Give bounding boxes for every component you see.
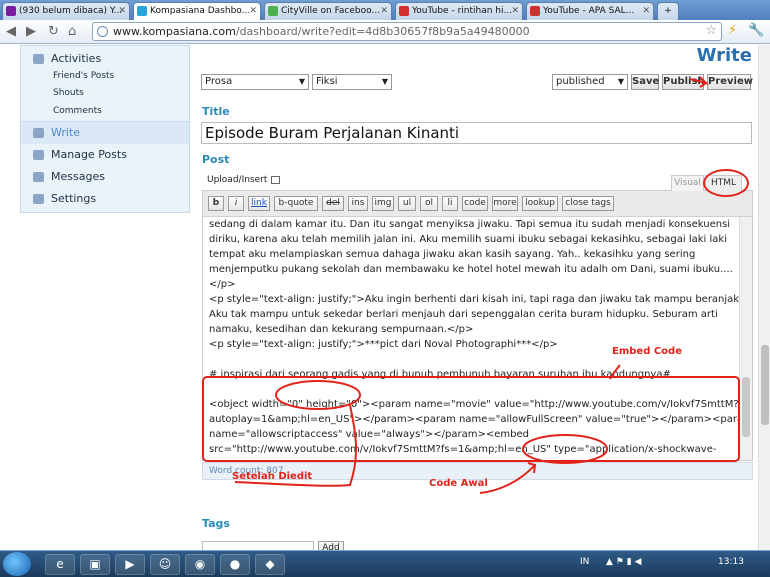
annotation-after-edit: Setelah Diedit xyxy=(232,471,313,482)
kompasiana-icon xyxy=(137,6,147,16)
annotation-original-code: Code Awal xyxy=(429,478,488,489)
folder-icon[interactable]: ▣ xyxy=(80,554,110,575)
clock[interactable]: 13:13 xyxy=(718,557,744,567)
windows-taskbar: e ▣ ▶ ☺ ◉ ● ◆ IN ▲ ⚑ ▮ ◀ 13:13 xyxy=(0,550,770,577)
tab-title: YouTube - rintihan hi... xyxy=(412,6,513,16)
tab-title: YouTube - APA SAL... xyxy=(543,6,635,16)
close-icon[interactable]: ✕ xyxy=(511,3,519,19)
globe-icon xyxy=(97,26,108,37)
annotation-overlay xyxy=(202,76,749,494)
publish-arrow xyxy=(689,76,710,88)
embed-code-box xyxy=(202,376,740,462)
close-icon[interactable]: ✕ xyxy=(249,3,257,19)
browser-tab-cityville[interactable]: CityVille on Faceboo... ✕ xyxy=(264,2,392,20)
back-icon[interactable]: ◀ xyxy=(6,24,16,40)
close-icon[interactable]: ✕ xyxy=(380,3,388,19)
url-text: www.kompasiana.com/dashboard/write?edit=… xyxy=(113,25,530,38)
firefox-icon[interactable]: ◉ xyxy=(185,554,215,575)
close-icon[interactable]: ✕ xyxy=(642,3,650,19)
close-icon[interactable]: ✕ xyxy=(118,3,126,19)
chrome-icon[interactable]: ● xyxy=(220,554,250,575)
app-icon[interactable]: ◆ xyxy=(255,554,285,575)
messenger-icon[interactable]: ☺ xyxy=(150,554,180,575)
annotation-embed-code: Embed Code xyxy=(612,346,682,357)
internet-explorer-icon[interactable]: e xyxy=(45,554,75,575)
youtube-icon xyxy=(530,6,540,16)
tab-title: CityVille on Faceboo... xyxy=(281,6,381,16)
cityville-icon xyxy=(268,6,278,16)
browser-tab-kompasiana[interactable]: Kompasiana Dashbo... ✕ xyxy=(133,2,261,21)
yahoo-mail-icon xyxy=(6,6,16,16)
media-player-icon[interactable]: ▶ xyxy=(115,554,145,575)
extension-icon[interactable]: ⚡ xyxy=(728,23,737,38)
reload-icon[interactable]: ↻ xyxy=(48,24,59,40)
wrench-icon[interactable]: 🔧 xyxy=(748,23,764,38)
browser-tab-strip: (930 belum dibaca) Y... ✕ Kompasiana Das… xyxy=(0,0,770,21)
after-edit-circle xyxy=(275,380,361,410)
address-bar[interactable]: www.kompasiana.com/dashboard/write?edit=… xyxy=(92,22,722,41)
home-icon[interactable]: ⌂ xyxy=(68,24,76,40)
original-code-circle xyxy=(522,434,608,464)
language-indicator[interactable]: IN xyxy=(580,557,589,567)
browser-tab-youtube-2[interactable]: YouTube - APA SAL... ✕ xyxy=(526,2,654,20)
tab-title: Kompasiana Dashbo... xyxy=(150,6,251,16)
new-tab-button[interactable]: + xyxy=(657,2,679,20)
forward-icon[interactable]: ▶ xyxy=(26,24,36,40)
tab-title: (930 belum dibaca) Y... xyxy=(19,6,123,16)
browser-toolbar: ◀ ▶ ↻ ⌂ www.kompasiana.com/dashboard/wri… xyxy=(0,20,770,44)
browser-tab-youtube-1[interactable]: YouTube - rintihan hi... ✕ xyxy=(395,2,523,20)
browser-tab-yahoo[interactable]: (930 belum dibaca) Y... ✕ xyxy=(2,2,130,20)
page-content: Activities Friend's Posts Shouts Comment… xyxy=(0,45,770,550)
youtube-icon xyxy=(399,6,409,16)
start-button[interactable] xyxy=(3,552,31,576)
bookmark-star-icon[interactable]: ☆ xyxy=(705,23,717,38)
html-tab-circle xyxy=(703,169,749,197)
original-code-arrow xyxy=(479,462,537,494)
tray-icons[interactable]: ▲ ⚑ ▮ ◀ xyxy=(606,557,641,567)
